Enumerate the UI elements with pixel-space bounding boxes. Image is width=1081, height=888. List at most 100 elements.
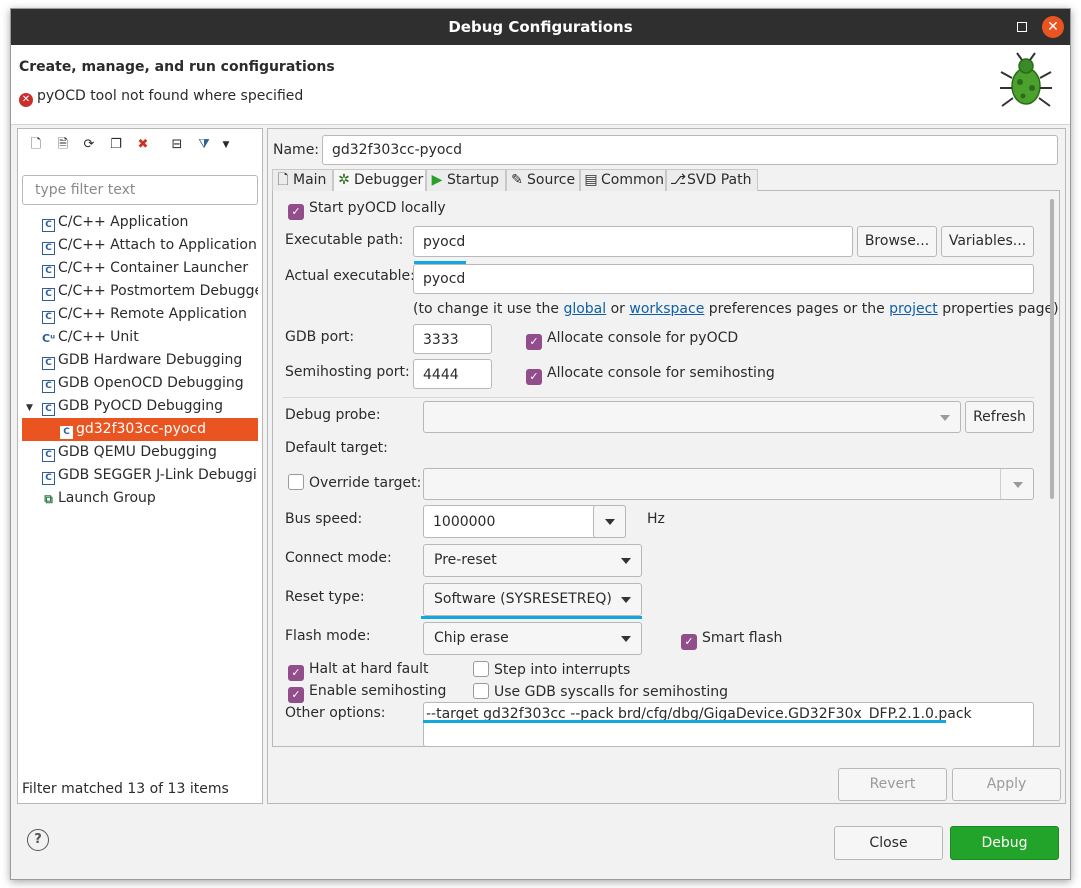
duplicate-configuration-icon[interactable]: ❐ [108, 137, 124, 153]
error-message-row: ✕ pyOCD tool not found where specified [19, 88, 303, 107]
reset-type-label: Reset type: [285, 589, 365, 605]
override-target-checkbox[interactable]: Override target: [288, 474, 421, 491]
tree-item-gdb-openocd[interactable]: C GDB OpenOCD Debugging [22, 372, 258, 395]
reset-type-select[interactable]: Software (SYSRESETREQ) [423, 583, 642, 616]
tab-label: Startup [447, 172, 499, 188]
tab-debugger[interactable]: ✲ Debugger [333, 169, 426, 191]
tree-item-label: GDB PyOCD Debugging [58, 398, 224, 414]
filter-icon[interactable]: ⧩ [196, 137, 212, 153]
window-close-button[interactable]: ✕ [1042, 16, 1064, 38]
tab-main[interactable]: 🗋 Main [272, 169, 333, 191]
tab-label: Debugger [354, 172, 424, 188]
tree-item-c-remote[interactable]: C C/C++ Remote Application [22, 303, 258, 326]
tree-item-label: C/C++ Attach to Application [58, 237, 257, 253]
executable-path-input[interactable]: pyocd [413, 226, 853, 257]
expand-chevron-down-icon[interactable]: ▼ [26, 397, 36, 418]
help-icon[interactable]: ? [27, 829, 49, 851]
global-link[interactable]: global [563, 301, 606, 317]
tab-svd-path[interactable]: ⎇SVD Path [666, 169, 758, 191]
tab-label: Main [293, 172, 327, 188]
hint-text: properties page) [937, 301, 1059, 317]
gdb-port-input[interactable]: 3333 [413, 324, 492, 354]
checkbox-label: Use GDB syscalls for semihosting [494, 684, 728, 700]
refresh-button[interactable]: Refresh [965, 401, 1034, 433]
filter-menu-chevron-down-icon[interactable]: ▼ [218, 137, 234, 153]
configuration-tree: C C/C++ Application C C/C++ Attach to Appl… [22, 211, 258, 510]
tree-item-gdb-pyocd[interactable]: ▼ C GDB PyOCD Debugging [22, 395, 258, 418]
svd-path-icon: ⎇ [670, 172, 687, 188]
error-message: pyOCD tool not found where specified [37, 88, 304, 104]
default-target-label: Default target: [285, 440, 388, 456]
tree-item-c-attach[interactable]: C C/C++ Attach to Application [22, 234, 258, 257]
apply-button[interactable]: Apply [952, 768, 1061, 801]
collapse-all-icon[interactable]: ⊟ [169, 137, 185, 153]
gdb-openocd-icon: C [42, 380, 55, 393]
debug-probe-select[interactable] [423, 401, 961, 433]
flash-mode-select[interactable]: Chip erase [423, 622, 642, 655]
content-scrollbar[interactable] [1047, 191, 1057, 746]
variables-button[interactable]: Variables... [941, 226, 1034, 257]
gdb-syscalls-checkbox[interactable]: Use GDB syscalls for semihosting [473, 683, 728, 700]
gdb-hardware-icon: C [42, 357, 55, 370]
enable-semihosting-checkbox[interactable]: ✓ Enable semihosting [288, 683, 446, 703]
tree-toolbar: 🗋 🗎 ⟳ ❐ ✖ ⊟ ⧩ ▼ [18, 129, 262, 161]
scrollbar-thumb[interactable] [1050, 199, 1054, 499]
override-target-select[interactable] [423, 468, 1034, 500]
workspace-link[interactable]: workspace [629, 301, 704, 317]
new-configuration-icon[interactable]: 🗋 [28, 137, 44, 153]
tree-item-gdb-jlink[interactable]: C GDB SEGGER J-Link Debugging [22, 464, 258, 487]
new-prototype-icon[interactable]: 🗎 [55, 137, 71, 153]
config-tabs: 🗋 Main ✲ Debugger ▶ Startup ✎ Source ▤ Common… [272, 169, 1060, 191]
dialog-header: Create, manage, and run configurations ✕… [11, 45, 1070, 125]
tree-item-launch-group[interactable]: ⧉ Launch Group [22, 487, 258, 510]
name-input[interactable]: gd32f303cc-pyocd [322, 135, 1058, 165]
tab-common[interactable]: ▤ Common [580, 169, 666, 191]
checkbox-label: Enable semihosting [309, 683, 447, 699]
delete-configuration-icon[interactable]: ✖ [135, 137, 151, 153]
revert-button[interactable]: Revert [838, 768, 947, 801]
export-configuration-icon[interactable]: ⟳ [81, 137, 97, 153]
tree-item-label: GDB SEGGER J-Link Debugging [58, 467, 258, 483]
bus-speed-dropdown[interactable] [593, 505, 626, 538]
actual-executable-label: Actual executable: [285, 268, 415, 284]
tree-item-gdb-qemu[interactable]: C GDB QEMU Debugging [22, 441, 258, 464]
debug-button[interactable]: Debug [950, 826, 1059, 860]
smart-flash-checkbox[interactable]: ✓ Smart flash [681, 630, 782, 650]
other-options-input[interactable]: --target gd32f303cc --pack brd/cfg/dbg/G… [423, 702, 1034, 746]
tree-item-c-container[interactable]: C C/C++ Container Launcher [22, 257, 258, 280]
tree-item-gdb-hardware[interactable]: C GDB Hardware Debugging [22, 349, 258, 372]
allocate-console-semihosting-checkbox[interactable]: ✓ Allocate console for semihosting [526, 365, 775, 385]
connect-mode-label: Connect mode: [285, 550, 392, 566]
tree-item-label: gd32f303cc-pyocd [76, 421, 207, 437]
filter-input[interactable]: type filter text [22, 175, 258, 205]
other-options-label: Other options: [285, 705, 386, 721]
browse-button[interactable]: Browse... [857, 226, 937, 257]
project-link[interactable]: project [889, 301, 938, 317]
maximize-button[interactable] [1011, 16, 1033, 38]
tree-item-c-application[interactable]: C C/C++ Application [22, 211, 258, 234]
tab-startup[interactable]: ▶ Startup [426, 169, 506, 191]
c-postmortem-icon: C [42, 288, 55, 301]
combo-divider [1000, 469, 1001, 499]
step-interrupts-checkbox[interactable]: Step into interrupts [473, 661, 630, 678]
connect-mode-select[interactable]: Pre-reset [423, 544, 642, 577]
tab-label: Common [601, 172, 665, 188]
start-pyocd-checkbox[interactable]: ✓ Start pyOCD locally [288, 200, 446, 220]
highlight-underline [421, 616, 642, 619]
close-button[interactable]: Close [834, 826, 943, 860]
c-unit-icon: Cᵘ [42, 332, 56, 345]
tree-item-label: Launch Group [58, 490, 156, 506]
tree-item-c-postmortem[interactable]: C C/C++ Postmortem Debugger [22, 280, 258, 303]
tab-source[interactable]: ✎ Source [506, 169, 580, 191]
debug-configurations-window: Debug Configurations ✕ Create, manage, a… [10, 8, 1071, 880]
tree-item-label: GDB Hardware Debugging [58, 352, 243, 368]
gdb-pyocd-icon: C [42, 403, 55, 416]
bug-tab-icon: ✲ [338, 172, 350, 188]
chevron-down-icon [621, 558, 631, 564]
semihosting-port-input[interactable]: 4444 [413, 359, 492, 389]
tree-item-label: C/C++ Application [58, 214, 189, 230]
halt-hard-fault-checkbox[interactable]: ✓ Halt at hard fault [288, 661, 429, 681]
tree-item-c-unit[interactable]: Cᵘ C/C++ Unit [22, 326, 258, 349]
tree-item-gd32f303cc-pyocd[interactable]: Cgd32f303cc-pyocd [22, 418, 258, 441]
allocate-console-pyocd-checkbox[interactable]: ✓ Allocate console for pyOCD [526, 330, 738, 350]
